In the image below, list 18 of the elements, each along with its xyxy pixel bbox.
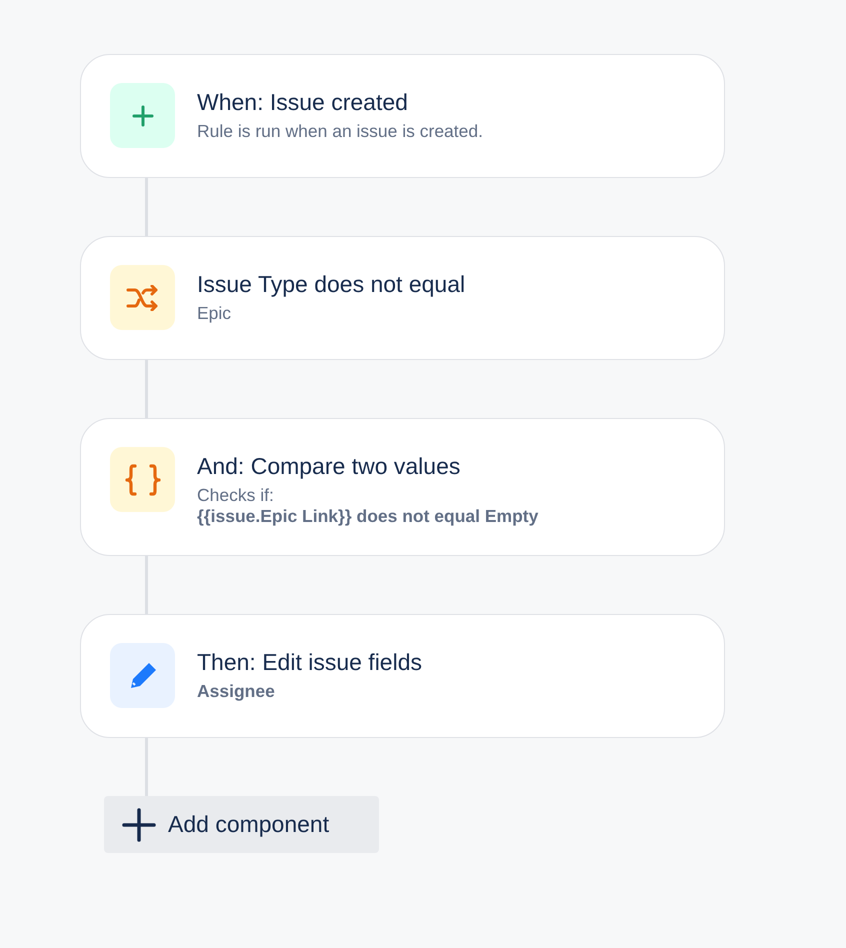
shuffle-icon bbox=[126, 284, 160, 310]
rule-step-card[interactable]: And: Compare two values Checks if: {{issue.Epic Link}} does not equal Empty bbox=[80, 418, 725, 556]
step-title: When: Issue created bbox=[197, 88, 409, 116]
step-title: Issue Type does not equal bbox=[197, 270, 466, 298]
plus-icon bbox=[132, 104, 154, 126]
step-description: {{issue.Epic Link}} does not equal Empty bbox=[197, 506, 538, 527]
rule-step-card[interactable]: Then: Edit issue fields Assignee bbox=[80, 614, 725, 738]
braces-icon bbox=[124, 464, 160, 496]
add-component-button[interactable]: Add component bbox=[104, 796, 379, 853]
step-description: Checks if: bbox=[197, 485, 275, 506]
rule-step-card[interactable]: When: Issue created Rule is run when an issue is created. bbox=[80, 54, 725, 178]
step-description: Rule is run when an issue is created. bbox=[197, 121, 483, 142]
step-title: And: Compare two values bbox=[197, 452, 462, 480]
step-description: Epic bbox=[197, 303, 232, 324]
rule-step-card[interactable]: Issue Type does not equal Epic bbox=[80, 236, 725, 360]
plus-icon bbox=[122, 808, 156, 842]
step-title: Then: Edit issue fields bbox=[197, 648, 422, 676]
step-description: Assignee bbox=[197, 681, 276, 702]
